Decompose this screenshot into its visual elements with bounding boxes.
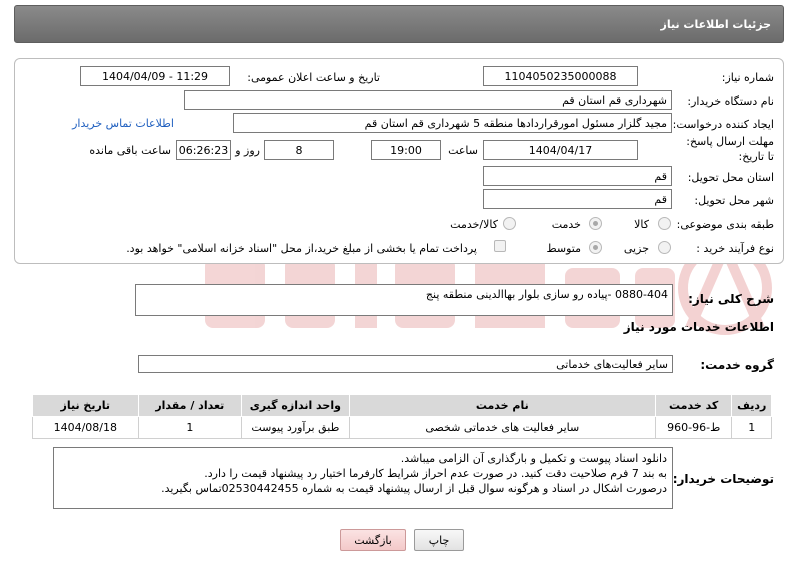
requester-field: مجید گلزار مسئول امورقراردادها منطقه 5 ش… (233, 113, 672, 133)
category-service-label: خدمت (551, 218, 581, 231)
buyer-notes-label: توضیحات خریدار: (672, 472, 774, 486)
service-group-field: سایر فعالیت‌های خدماتی (138, 355, 673, 373)
need-number-field: 1104050235000088 (483, 66, 638, 86)
deadline-date-field: 1404/04/17 (483, 140, 638, 160)
col-service-name: نام خدمت (348, 394, 656, 417)
page-title: جزئیات اطلاعات نیاز (660, 18, 772, 31)
col-unit: واحد اندازه گیری (241, 394, 350, 417)
back-button[interactable]: بازگشت (340, 529, 406, 551)
col-row-number: ردیف (731, 394, 772, 417)
category-goods-service-label: کالا/خدمت (450, 218, 498, 231)
services-info-heading: اطلاعات خدمات مورد نیاز (623, 320, 774, 334)
city-label: شهر محل تحویل: (694, 194, 774, 207)
general-desc-label: شرح کلی نیاز: (688, 292, 774, 306)
general-desc-field: 0880-404 -پیاده رو سازی بلوار بهاالدینی … (135, 284, 673, 316)
province-field: قم (483, 166, 672, 186)
days-field: 8 (264, 140, 334, 160)
cell-service-code: ط-96-960 (654, 416, 733, 439)
category-goods-label: کالا (634, 218, 649, 231)
col-service-code: کد خدمت (654, 394, 733, 417)
days-label: روز و (235, 144, 260, 157)
cell-service-name: سایر فعالیت های خدماتی شخصی (348, 416, 656, 439)
cell-quantity: 1 (137, 416, 243, 439)
service-group-label: گروه خدمت: (700, 358, 774, 372)
col-quantity: تعداد / مقدار (137, 394, 243, 417)
remaining-time-field: 06:26:23 (176, 140, 231, 160)
cell-unit: طبق برآورد پیوست (241, 416, 350, 439)
purchase-medium-label: متوسط (546, 242, 581, 255)
services-table: ردیف کد خدمت نام خدمت واحد اندازه گیری ت… (32, 394, 772, 439)
category-goods-service-radio[interactable] (503, 217, 516, 230)
purchase-partial-radio[interactable] (658, 241, 671, 254)
deadline-time-field: 19:00 (371, 140, 441, 160)
city-field: قم (483, 189, 672, 209)
category-service-radio[interactable] (589, 217, 602, 230)
need-info-panel (14, 58, 784, 264)
table-row: 1 ط-96-960 سایر فعالیت های خدماتی شخصی ط… (32, 416, 772, 439)
treasury-payment-checkbox[interactable] (494, 240, 506, 252)
purchase-type-label: نوع فرآیند خرید : (696, 242, 774, 255)
cell-row-number: 1 (731, 416, 772, 439)
buyer-notes-field: دانلود اسناد پیوست و تکمیل و بارگذاری آن… (53, 447, 673, 509)
requester-label: ایجاد کننده درخواست: (672, 118, 774, 131)
buyer-org-field: شهرداری قم استان قم (184, 90, 672, 110)
announce-datetime-field: 1404/04/09 - 11:29 (80, 66, 230, 86)
note-line: دانلود اسناد پیوست و تکمیل و بارگذاری آن… (400, 452, 667, 465)
print-button[interactable]: چاپ (414, 529, 464, 551)
category-goods-radio[interactable] (658, 217, 671, 230)
cell-need-date: 1404/08/18 (32, 416, 139, 439)
col-need-date: تاریخ نیاز (32, 394, 139, 417)
remaining-label: ساعت باقی مانده (89, 144, 171, 157)
page-header: جزئیات اطلاعات نیاز (14, 5, 784, 43)
purchase-partial-label: جزیی (623, 242, 649, 255)
buyer-org-label: نام دستگاه خریدار: (687, 95, 774, 108)
deadline-label: مهلت ارسال پاسخ: تا تاریخ: (686, 135, 774, 163)
announce-datetime-label: تاریخ و ساعت اعلان عمومی: (247, 71, 380, 84)
need-number-label: شماره نیاز: (721, 71, 774, 84)
table-header-row: ردیف کد خدمت نام خدمت واحد اندازه گیری ت… (32, 394, 772, 417)
note-line: به بند 7 فرم صلاحیت دقت کنید. در صورت عد… (204, 467, 667, 480)
note-line: درصورت اشکال در اسناد و هرگونه سوال قبل … (161, 482, 667, 495)
category-label: طبقه بندی موضوعی: (676, 218, 774, 231)
province-label: استان محل تحویل: (687, 171, 774, 184)
treasury-payment-note: پرداخت تمام یا بخشی از مبلغ خرید،از محل … (126, 242, 477, 255)
buyer-contact-link[interactable]: اطلاعات تماس خریدار (72, 117, 174, 130)
purchase-medium-radio[interactable] (589, 241, 602, 254)
deadline-time-label: ساعت (448, 144, 478, 157)
